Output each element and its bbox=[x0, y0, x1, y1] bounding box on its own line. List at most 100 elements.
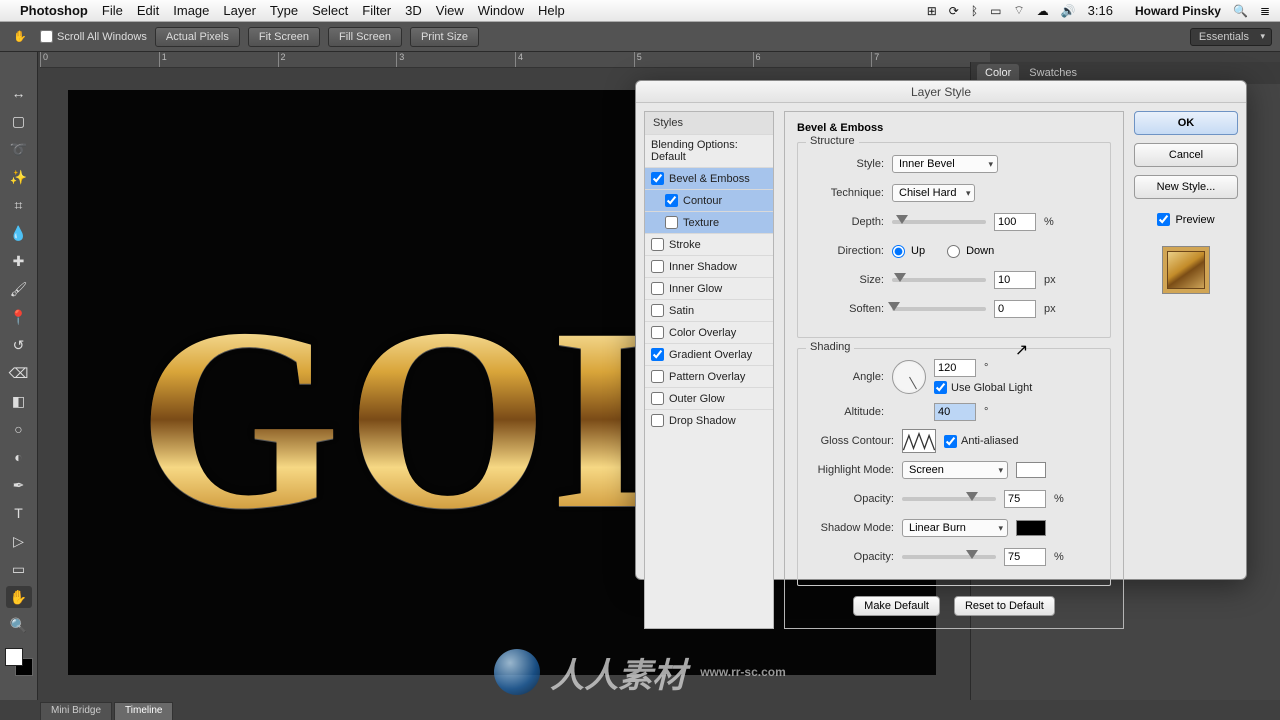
eyedropper-tool-icon[interactable]: 💧 bbox=[6, 222, 32, 244]
marquee-tool-icon[interactable]: ▢ bbox=[6, 110, 32, 132]
style-select[interactable]: Inner Bevel bbox=[892, 155, 998, 173]
hand-tool-icon[interactable]: ✋ bbox=[8, 27, 32, 47]
new-style-button[interactable]: New Style... bbox=[1134, 175, 1238, 199]
display-icon[interactable]: ▭ bbox=[990, 4, 1001, 18]
highlight-mode-select[interactable]: Screen bbox=[902, 461, 1008, 479]
gradient-tool-icon[interactable]: ◧ bbox=[6, 390, 32, 412]
clock[interactable]: 3:16 bbox=[1088, 3, 1113, 18]
wifi-icon[interactable]: ⌔ bbox=[1013, 3, 1024, 18]
menu-help[interactable]: Help bbox=[538, 3, 565, 18]
style-inner-glow[interactable]: Inner Glow bbox=[645, 277, 773, 299]
depth-slider[interactable] bbox=[892, 220, 986, 224]
style-stroke[interactable]: Stroke bbox=[645, 233, 773, 255]
menu-filter[interactable]: Filter bbox=[362, 3, 391, 18]
spotlight-icon[interactable]: 🔍 bbox=[1233, 4, 1248, 18]
style-satin[interactable]: Satin bbox=[645, 299, 773, 321]
style-contour[interactable]: Contour bbox=[645, 189, 773, 211]
tab-timeline[interactable]: Timeline bbox=[114, 702, 173, 720]
sync-icon[interactable]: ⟳ bbox=[949, 4, 959, 18]
hand-tool-icon-2[interactable]: ✋ bbox=[6, 586, 32, 608]
technique-select[interactable]: Chisel Hard bbox=[892, 184, 975, 202]
style-gradient-overlay[interactable]: Gradient Overlay bbox=[645, 343, 773, 365]
style-outer-glow[interactable]: Outer Glow bbox=[645, 387, 773, 409]
shape-tool-icon[interactable]: ▭ bbox=[6, 558, 32, 580]
size-slider[interactable] bbox=[892, 278, 986, 282]
soften-slider[interactable] bbox=[892, 307, 986, 311]
highlight-opacity-slider[interactable] bbox=[902, 497, 996, 501]
menu-type[interactable]: Type bbox=[270, 3, 298, 18]
zoom-tool-icon[interactable]: 🔍 bbox=[6, 614, 32, 636]
style-texture[interactable]: Texture bbox=[645, 211, 773, 233]
scroll-all-checkbox[interactable]: Scroll All Windows bbox=[40, 30, 147, 43]
menu-window[interactable]: Window bbox=[478, 3, 524, 18]
actual-pixels-button[interactable]: Actual Pixels bbox=[155, 27, 240, 47]
gloss-contour[interactable] bbox=[902, 429, 936, 453]
lasso-tool-icon[interactable]: ➰ bbox=[6, 138, 32, 160]
preview-checkbox[interactable]: Preview bbox=[1134, 213, 1238, 226]
menu-layer[interactable]: Layer bbox=[223, 3, 256, 18]
dodge-tool-icon[interactable]: ◐ bbox=[6, 446, 32, 468]
stamp-tool-icon[interactable]: 📍 bbox=[6, 306, 32, 328]
shadow-opacity-input[interactable] bbox=[1004, 548, 1046, 566]
blending-options-row[interactable]: Blending Options: Default bbox=[645, 134, 773, 167]
color-swatches[interactable] bbox=[5, 648, 33, 676]
print-size-button[interactable]: Print Size bbox=[410, 27, 479, 47]
menu-app[interactable]: Photoshop bbox=[20, 3, 88, 18]
antialiased-checkbox[interactable]: Anti-aliased bbox=[944, 435, 1018, 448]
menu-view[interactable]: View bbox=[436, 3, 464, 18]
angle-wheel[interactable] bbox=[892, 360, 926, 394]
menu-file[interactable]: File bbox=[102, 3, 123, 18]
path-select-icon[interactable]: ▷ bbox=[6, 530, 32, 552]
tab-mini-bridge[interactable]: Mini Bridge bbox=[40, 702, 112, 720]
wand-tool-icon[interactable]: ✨ bbox=[6, 166, 32, 188]
menu-image[interactable]: Image bbox=[173, 3, 209, 18]
shadow-color-swatch[interactable] bbox=[1016, 520, 1046, 536]
fit-screen-button[interactable]: Fit Screen bbox=[248, 27, 320, 47]
cancel-button[interactable]: Cancel bbox=[1134, 143, 1238, 167]
highlight-color-swatch[interactable] bbox=[1016, 462, 1046, 478]
shadow-opacity-slider[interactable] bbox=[902, 555, 996, 559]
brush-tool-icon[interactable]: 🖌 bbox=[6, 278, 32, 300]
depth-input[interactable] bbox=[994, 213, 1036, 231]
style-pattern-overlay[interactable]: Pattern Overlay bbox=[645, 365, 773, 387]
reset-default-button[interactable]: Reset to Default bbox=[954, 596, 1055, 616]
workspace-select[interactable]: Essentials bbox=[1190, 28, 1272, 46]
ok-button[interactable]: OK bbox=[1134, 111, 1238, 135]
style-color-overlay[interactable]: Color Overlay bbox=[645, 321, 773, 343]
direction-down[interactable]: Down bbox=[947, 245, 994, 258]
layer-style-dialog: Layer Style Styles Blending Options: Def… bbox=[635, 80, 1247, 580]
bluetooth-icon[interactable]: ᛒ bbox=[971, 4, 978, 18]
soften-input[interactable] bbox=[994, 300, 1036, 318]
type-tool-icon[interactable]: T bbox=[6, 502, 32, 524]
style-drop-shadow[interactable]: Drop Shadow bbox=[645, 409, 773, 431]
style-bevel-emboss[interactable]: Bevel & Emboss bbox=[645, 167, 773, 189]
fill-screen-button[interactable]: Fill Screen bbox=[328, 27, 402, 47]
highlight-opacity-input[interactable] bbox=[1004, 490, 1046, 508]
pen-tool-icon[interactable]: ✒ bbox=[6, 474, 32, 496]
move-tool-icon[interactable]: ↔ bbox=[6, 82, 32, 104]
use-global-light[interactable]: Use Global Light bbox=[934, 381, 1032, 394]
angle-input[interactable] bbox=[934, 359, 976, 377]
menu-select[interactable]: Select bbox=[312, 3, 348, 18]
style-inner-shadow[interactable]: Inner Shadow bbox=[645, 255, 773, 277]
styles-header[interactable]: Styles bbox=[645, 112, 773, 134]
blur-tool-icon[interactable]: ○ bbox=[6, 418, 32, 440]
volume-icon[interactable]: 🔊 bbox=[1061, 4, 1076, 18]
menu-3d[interactable]: 3D bbox=[405, 3, 422, 18]
user-name[interactable]: Howard Pinsky bbox=[1135, 4, 1221, 18]
heal-tool-icon[interactable]: ✚ bbox=[6, 250, 32, 272]
make-default-button[interactable]: Make Default bbox=[853, 596, 940, 616]
dropbox-icon[interactable]: ⊞ bbox=[927, 4, 937, 18]
history-brush-icon[interactable]: ↺ bbox=[6, 334, 32, 356]
menu-edit[interactable]: Edit bbox=[137, 3, 159, 18]
notifications-icon[interactable]: ≣ bbox=[1260, 4, 1270, 18]
cloud-icon[interactable]: ☁ bbox=[1037, 4, 1049, 18]
mac-menubar: Photoshop File Edit Image Layer Type Sel… bbox=[0, 0, 1280, 22]
shadow-mode-select[interactable]: Linear Burn bbox=[902, 519, 1008, 537]
altitude-input[interactable] bbox=[934, 403, 976, 421]
size-input[interactable] bbox=[994, 271, 1036, 289]
crop-tool-icon[interactable]: ⌗ bbox=[6, 194, 32, 216]
direction-up[interactable]: Up bbox=[892, 245, 925, 258]
status-icons: ⊞ ⟳ ᛒ ▭ ⌔ ☁ 🔊 3:16 Howard Pinsky 🔍 ≣ bbox=[927, 3, 1270, 18]
eraser-tool-icon[interactable]: ⌫ bbox=[6, 362, 32, 384]
